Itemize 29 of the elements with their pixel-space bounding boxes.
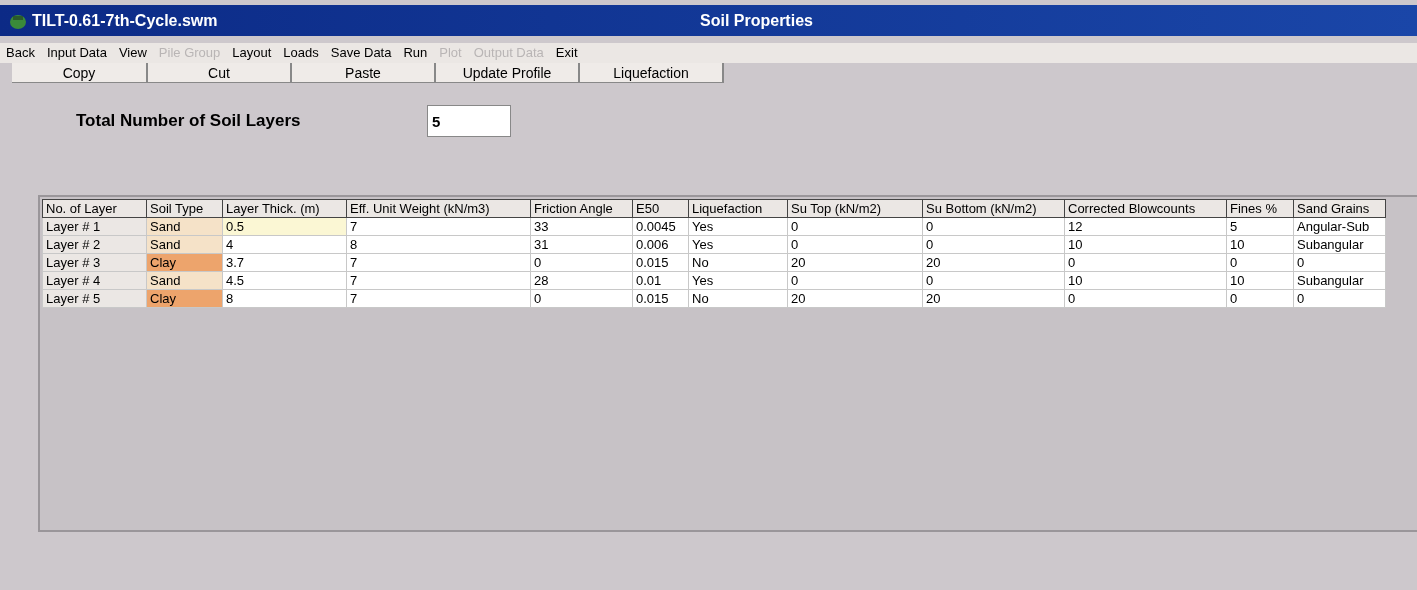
toolbar-button[interactable]: Copy: [12, 63, 148, 83]
menu-item[interactable]: Input Data: [46, 43, 107, 63]
toolbar-button[interactable]: Cut: [148, 63, 292, 83]
column-header: Layer Thick. (m): [222, 199, 347, 218]
field-label: Total Number of Soil Layers: [76, 110, 302, 133]
column-header: E50: [632, 199, 689, 218]
menu-item[interactable]: Back: [6, 43, 35, 63]
column-header: Su Bottom (kN/m2): [922, 199, 1065, 218]
menu-item[interactable]: Layout: [232, 43, 272, 63]
menu-item[interactable]: View: [118, 43, 147, 63]
column-header: Sand Grains: [1293, 199, 1386, 218]
column-header: Eff. Unit Weight (kN/m3): [346, 199, 531, 218]
toolbar-button[interactable]: Paste: [292, 63, 436, 83]
file-title: TILT-0.61-7th-Cycle.swm: [32, 10, 218, 31]
menu-item[interactable]: Exit: [555, 43, 578, 63]
column-header: Soil Type: [146, 199, 223, 218]
toolbar-button[interactable]: Liquefaction: [580, 63, 724, 83]
column-header: Fines %: [1226, 199, 1294, 218]
column-header: No. of Layer: [42, 199, 147, 218]
menu-item[interactable]: Save Data: [330, 43, 392, 63]
layer-count-field[interactable]: 5: [427, 105, 511, 137]
column-header: Friction Angle: [530, 199, 633, 218]
column-header: Su Top (kN/m2): [787, 199, 923, 218]
toolbar-button[interactable]: Update Profile: [436, 63, 580, 83]
column-header: Liquefaction: [688, 199, 788, 218]
column-header: Corrected Blowcounts: [1064, 199, 1227, 218]
window-title: Soil Properties: [700, 10, 813, 31]
menu-item[interactable]: Loads: [283, 43, 319, 63]
menu-item[interactable]: Run: [403, 43, 428, 63]
